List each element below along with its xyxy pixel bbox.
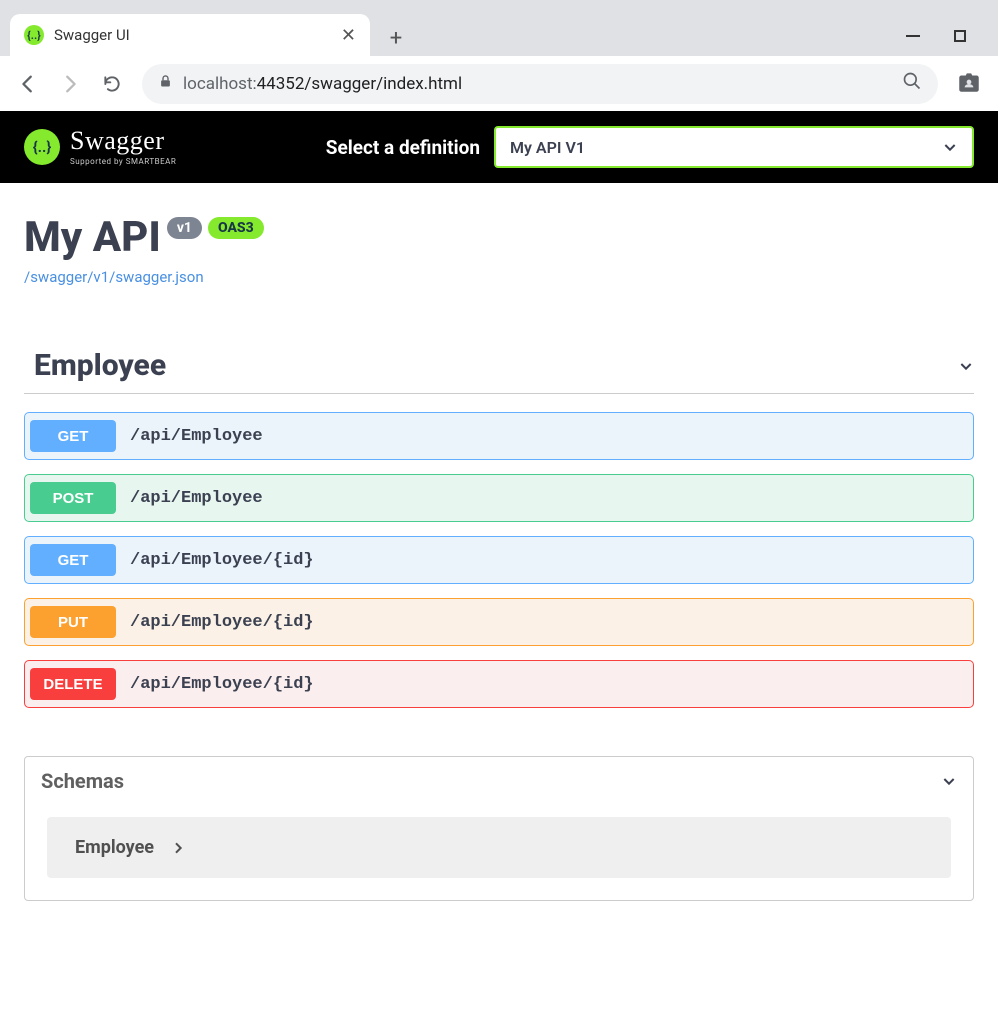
- chevron-down-icon: [958, 358, 974, 374]
- operation-put-row[interactable]: PUT/api/Employee/{id}: [24, 598, 974, 646]
- tab-title: Swagger UI: [54, 26, 331, 44]
- chevron-right-icon: [170, 840, 186, 856]
- operation-path: /api/Employee: [130, 427, 263, 446]
- chevron-down-icon: [941, 773, 957, 789]
- http-method-badge: PUT: [30, 606, 116, 638]
- browser-toolbar: localhost:44352/swagger/index.html: [0, 56, 998, 111]
- logo-text: Swagger: [70, 128, 176, 154]
- swagger-content: My API v1 OAS3 /swagger/v1/swagger.json …: [0, 183, 998, 931]
- operation-path: /api/Employee: [130, 489, 263, 508]
- close-tab-icon[interactable]: ✕: [341, 25, 356, 46]
- profile-icon[interactable]: [956, 69, 982, 99]
- http-method-badge: DELETE: [30, 668, 116, 700]
- schemas-header[interactable]: Schemas: [25, 757, 973, 805]
- address-bar[interactable]: localhost:44352/swagger/index.html: [142, 64, 938, 104]
- url-text: localhost:44352/swagger/index.html: [183, 74, 462, 94]
- reload-button[interactable]: [100, 72, 124, 96]
- maximize-icon[interactable]: [954, 30, 966, 42]
- operation-get-row[interactable]: GET/api/Employee/{id}: [24, 536, 974, 584]
- definition-select[interactable]: My API V1: [494, 126, 974, 168]
- chevron-down-icon: [942, 139, 958, 155]
- search-icon[interactable]: [902, 71, 922, 96]
- http-method-badge: GET: [30, 420, 116, 452]
- operation-delete-row[interactable]: DELETE/api/Employee/{id}: [24, 660, 974, 708]
- tab-strip: {..} Swagger UI ✕ +: [0, 0, 998, 56]
- operation-post-row[interactable]: POST/api/Employee: [24, 474, 974, 522]
- swagger-logo-icon: {..}: [24, 129, 60, 165]
- forward-button[interactable]: [58, 72, 82, 96]
- operations-list: GET/api/EmployeePOST/api/EmployeeGET/api…: [24, 412, 974, 708]
- minimize-icon[interactable]: [906, 35, 920, 37]
- window-controls: [906, 16, 998, 56]
- new-tab-button[interactable]: +: [378, 20, 414, 56]
- schema-name: Employee: [75, 837, 154, 858]
- tag-employee[interactable]: Employee: [24, 348, 974, 394]
- api-title: My API: [24, 213, 161, 262]
- schemas-title: Schemas: [41, 769, 124, 793]
- swagger-favicon-icon: {..}: [24, 25, 44, 45]
- swagger-topbar: {..} Swagger Supported by SMARTBEAR Sele…: [0, 111, 998, 183]
- schema-item[interactable]: Employee: [47, 817, 951, 878]
- swagger-logo[interactable]: {..} Swagger Supported by SMARTBEAR: [24, 128, 176, 166]
- logo-subtext: Supported by SMARTBEAR: [70, 158, 176, 166]
- oas-badge: OAS3: [208, 217, 264, 239]
- definition-selected-value: My API V1: [510, 138, 585, 157]
- definition-label: Select a definition: [326, 136, 480, 159]
- back-button[interactable]: [16, 72, 40, 96]
- operation-path: /api/Employee/{id}: [130, 675, 314, 694]
- operation-path: /api/Employee/{id}: [130, 551, 314, 570]
- tag-name: Employee: [24, 348, 166, 383]
- operation-get-row[interactable]: GET/api/Employee: [24, 412, 974, 460]
- browser-chrome: {..} Swagger UI ✕ + localhost:44352/swag…: [0, 0, 998, 111]
- spec-link[interactable]: /swagger/v1/swagger.json: [24, 268, 204, 286]
- http-method-badge: POST: [30, 482, 116, 514]
- operation-path: /api/Employee/{id}: [130, 613, 314, 632]
- lock-icon: [158, 74, 173, 93]
- schemas-section: Schemas Employee: [24, 756, 974, 901]
- http-method-badge: GET: [30, 544, 116, 576]
- version-badge: v1: [167, 217, 202, 239]
- browser-tab[interactable]: {..} Swagger UI ✕: [10, 14, 370, 56]
